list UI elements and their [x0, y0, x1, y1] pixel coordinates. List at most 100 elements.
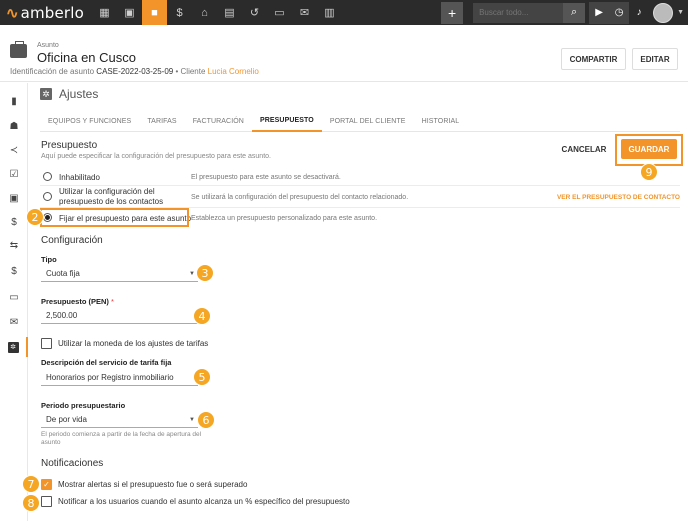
annotation-badge: 9 — [640, 163, 658, 181]
sidebar-item-tasks[interactable]: ☑ — [0, 164, 28, 184]
invoice-icon: $ — [11, 265, 17, 277]
billing-icon[interactable]: $ — [167, 0, 192, 25]
type-chevron-down-icon[interactable]: ▼ — [189, 271, 195, 277]
budget-option-contacts: Utilizar la configuración del presupuest… — [40, 186, 680, 208]
global-search-input[interactable] — [473, 2, 564, 23]
period-label: Periodo presupuestario — [41, 401, 126, 410]
calendar-icon[interactable]: ▤ — [217, 0, 242, 25]
period-chevron-down-icon[interactable]: ▼ — [189, 417, 195, 423]
stopwatch-icon[interactable]: ◷ — [609, 1, 630, 24]
logo-mark-icon: ∿ — [6, 4, 19, 22]
radio-contacts-label: Utilizar la configuración del presupuest… — [59, 187, 163, 207]
sidebar-item-mail[interactable]: ✉ — [0, 312, 28, 332]
cancel-button[interactable]: CANCELAR — [560, 141, 608, 157]
notify-label: Notificar a los usuarios cuando el asunt… — [58, 497, 350, 506]
tab-history[interactable]: HISTORIAL — [414, 110, 468, 132]
tab-billing[interactable]: FACTURACIÓN — [185, 110, 252, 132]
contacts-icon[interactable]: ▣ — [117, 0, 142, 25]
view-contact-budget-link[interactable]: VER EL PRESUPUESTO DE CONTACTO — [557, 194, 680, 201]
radio-custom-desc: Establezca un presupuesto personalizado … — [191, 215, 378, 222]
budget-title: Presupuesto — [41, 140, 98, 151]
sidebar-item-documents[interactable]: ▭ — [0, 287, 28, 307]
sidebar-item-team[interactable]: ☗ — [0, 116, 28, 136]
top-bar: ∿ amberlo ▦ ▣ ■ $ ⌂ ▤ ↺ ▭ ✉ ▥ + ⌕ ▶ ◷ ♪ … — [0, 0, 688, 25]
notifications-title: Notificaciones — [41, 458, 104, 469]
tab-budget[interactable]: PRESUPUESTO — [251, 110, 322, 132]
amount-label: Presupuesto (PEN) * — [41, 297, 114, 306]
meta-separator: • — [175, 67, 179, 76]
annotation-badge: 2 — [26, 208, 44, 226]
page-title: Oficina en Cusco — [37, 50, 136, 65]
sidebar-item-transfer[interactable]: ⇆ — [0, 235, 28, 255]
timer-history-icon[interactable]: ↺ — [242, 0, 267, 25]
budget-option-disabled: Inhabilitado El presupuesto para este as… — [40, 168, 680, 186]
user-avatar[interactable] — [653, 2, 674, 23]
radio-contacts-desc: Se utilizará la configuración del presup… — [191, 194, 409, 201]
sidebar-item-share[interactable]: ≺ — [0, 140, 28, 160]
top-nav: ▦ ▣ ■ $ ⌂ ▤ ↺ ▭ ✉ ▥ — [92, 0, 342, 25]
reports-icon[interactable]: ▥ — [317, 0, 342, 25]
matter-id: CASE-2022-03-25-09 — [96, 67, 174, 76]
custom-option-highlight — [40, 208, 189, 227]
annotation-badge: 5 — [193, 368, 211, 386]
client-label: Cliente — [180, 67, 206, 76]
play-timer-icon[interactable]: ▶ — [589, 1, 610, 24]
use-rate-currency-label: Utilizar la moneda de los ajustes de tar… — [58, 339, 209, 348]
sidebar-item-time[interactable]: $ — [0, 212, 28, 232]
client-link[interactable]: Lucia Cornelio — [208, 67, 259, 76]
chevron-down-icon[interactable]: ▼ — [677, 9, 684, 16]
settings-title: Ajustes — [59, 87, 99, 101]
share-button[interactable]: COMPARTIR — [561, 48, 626, 70]
check-icon: ✓ — [43, 480, 50, 489]
amount-input[interactable]: 2,500.00 — [41, 308, 198, 324]
config-title: Configuración — [41, 235, 103, 246]
period-help-text: El periodo comienza a partir de la fecha… — [41, 431, 202, 446]
alert-checkbox[interactable]: ✓ — [41, 479, 52, 490]
tab-teams[interactable]: EQUIPOS Y FUNCIONES — [40, 110, 139, 132]
matter-meta: Identificación de asunto CASE-2022-03-25… — [10, 67, 259, 76]
mail-icon[interactable]: ✉ — [292, 0, 317, 25]
tab-client-portal[interactable]: PORTAL DEL CLIENTE — [322, 110, 414, 132]
radio-disabled[interactable] — [43, 172, 52, 181]
settings-icon: ✲ — [7, 341, 19, 353]
briefcase-icon — [10, 41, 27, 58]
sidebar-item-invoices[interactable]: $ — [0, 261, 28, 281]
period-select[interactable]: De por vida — [41, 412, 198, 428]
annotation-badge: 8 — [22, 494, 40, 512]
transfer-icon: ⇆ — [9, 239, 19, 251]
share-icon: ≺ — [9, 144, 19, 156]
fixed-fee-desc-label: Descripción del servicio de tarifa fija — [41, 358, 172, 367]
envelope-icon: ✉ — [9, 316, 19, 328]
edit-button[interactable]: EDITAR — [632, 48, 678, 70]
folder-icon[interactable]: ▭ — [267, 0, 292, 25]
add-new-button[interactable]: + — [441, 1, 464, 24]
radio-contacts[interactable] — [43, 192, 52, 201]
bank-icon[interactable]: ⌂ — [192, 0, 217, 25]
logo-text: amberlo — [20, 3, 85, 22]
use-rate-currency-checkbox[interactable] — [41, 338, 52, 349]
matter-sidebar: ▮ ☗ ≺ ☑ ▣ $ ⇆ $ ▭ ✉ ✲ — [0, 83, 28, 521]
save-button[interactable]: GUARDAR — [621, 139, 677, 159]
radio-disabled-desc: El presupuesto para este asunto se desac… — [191, 174, 341, 181]
sidebar-item-summary[interactable]: ▮ — [0, 91, 28, 111]
top-right-controls: + ⌕ ▶ ◷ ♪ ▼ — [441, 0, 688, 25]
type-label: Tipo — [41, 255, 57, 264]
calendar-check-icon: ▣ — [9, 192, 19, 204]
matters-icon[interactable]: ■ — [142, 0, 167, 25]
amberlo-logo[interactable]: ∿ amberlo — [0, 0, 90, 25]
annotation-badge: 7 — [22, 475, 40, 493]
sidebar-item-calendar[interactable]: ▣ — [0, 188, 28, 208]
sidebar-item-settings[interactable]: ✲ — [0, 337, 28, 357]
type-select[interactable]: Cuota fija — [41, 266, 198, 282]
task-icon: ☑ — [9, 168, 19, 180]
fixed-fee-desc-input[interactable]: Honorarios por Registro inmobiliario — [41, 370, 198, 386]
folder-clock-icon: ▭ — [9, 291, 19, 303]
budget-subtitle: Aquí puede especificar la configuración … — [41, 153, 271, 160]
tab-rates[interactable]: TARIFAS — [139, 110, 184, 132]
settings-heading: ✲ Ajustes — [40, 87, 98, 101]
bell-icon[interactable]: ♪ — [629, 2, 649, 24]
header-subtitle: Asunto — [37, 42, 59, 49]
notify-checkbox[interactable] — [41, 496, 52, 507]
dashboard-icon[interactable]: ▦ — [92, 0, 117, 25]
search-icon[interactable]: ⌕ — [563, 2, 586, 23]
